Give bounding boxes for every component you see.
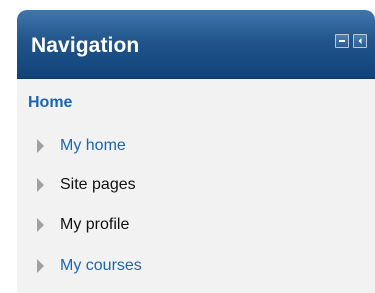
home-link[interactable]: Home (28, 94, 72, 112)
dock-icon[interactable] (353, 34, 367, 48)
block-content: Home My home Site pages My profile My co… (17, 79, 375, 293)
nav-item-label[interactable]: My courses (60, 257, 142, 275)
block-title: Navigation (31, 34, 140, 57)
expand-arrow-icon[interactable] (37, 178, 44, 192)
block-header: Navigation (17, 10, 375, 79)
nav-item-label[interactable]: My home (60, 137, 126, 155)
nav-item-label[interactable]: My profile (60, 216, 129, 234)
nav-item-label[interactable]: Site pages (60, 176, 136, 194)
expand-arrow-icon[interactable] (37, 218, 44, 232)
expand-arrow-icon[interactable] (37, 259, 44, 273)
nav-item-my-courses[interactable]: My courses (37, 255, 142, 277)
header-controls (335, 34, 367, 48)
navigation-block: Navigation Home My home Site pages My pr… (17, 10, 375, 293)
nav-item-my-profile[interactable]: My profile (37, 214, 129, 236)
nav-item-my-home[interactable]: My home (37, 135, 126, 157)
minimize-icon[interactable] (335, 34, 349, 48)
nav-item-site-pages[interactable]: Site pages (37, 174, 136, 196)
expand-arrow-icon[interactable] (37, 139, 44, 153)
